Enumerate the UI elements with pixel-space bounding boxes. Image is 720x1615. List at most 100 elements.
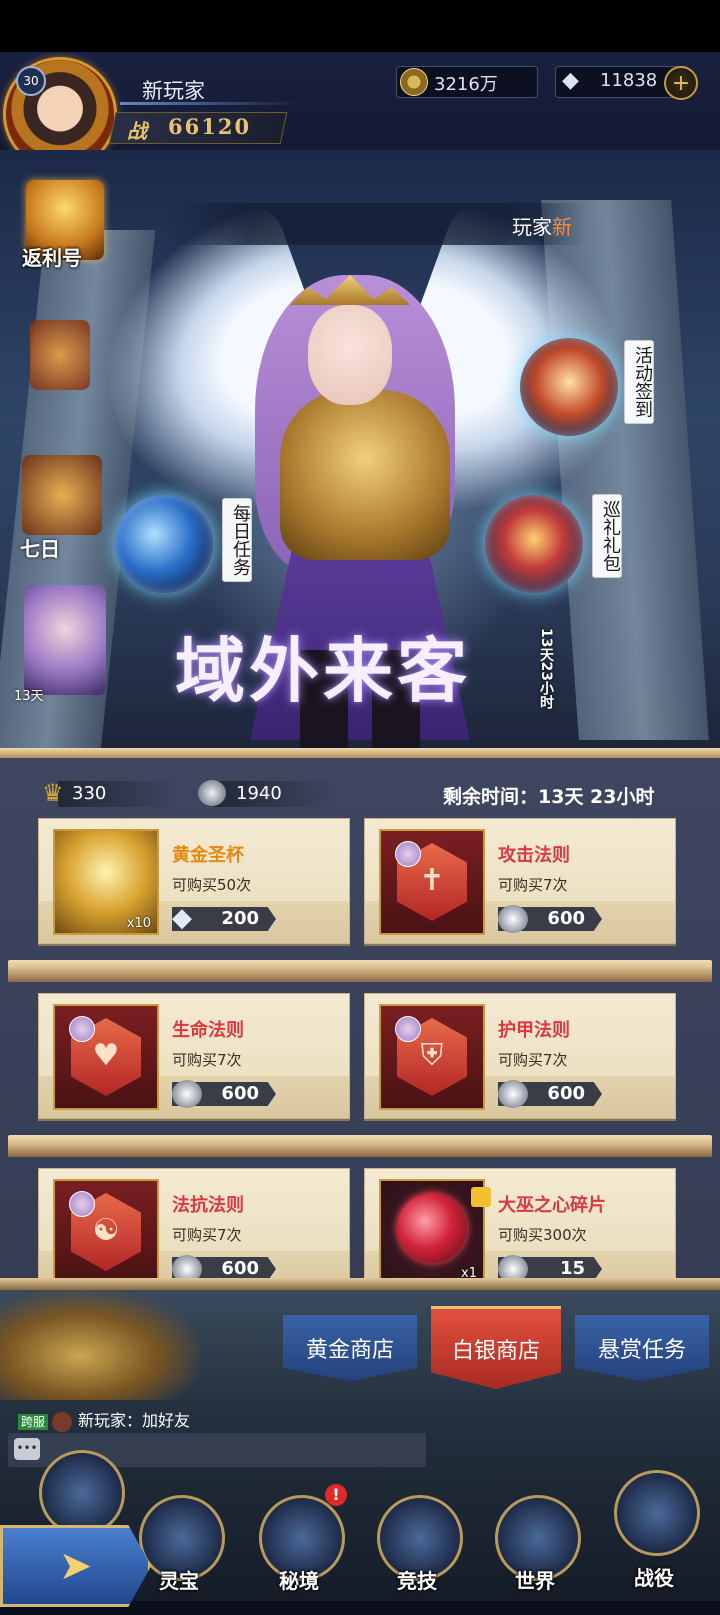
nav-label: 世界 (515, 1569, 555, 1593)
power-value: 66120 (168, 114, 252, 139)
rune-icon: ☯ (92, 1213, 120, 1248)
item-limit: 可购买7次 (172, 1226, 242, 1244)
treasure-pile (0, 1290, 200, 1400)
tab-bounty-task[interactable]: 悬赏任务 (575, 1315, 709, 1381)
announcement-user: 玩家 (512, 215, 552, 239)
signin-scroll-orb[interactable] (520, 338, 618, 436)
sword-icon: ✝ (419, 863, 445, 898)
item-name: 大巫之心碎片 (498, 1195, 606, 1216)
item-quantity: x10 (126, 916, 151, 931)
level-badge: 30 (16, 66, 46, 96)
item-price: 600 (547, 1083, 585, 1104)
announcement-text: 玩家新 (512, 211, 572, 240)
armor-rule-image: ⛨ (379, 1004, 485, 1110)
rebate-label[interactable]: 返利号 (22, 242, 82, 271)
shop-item-card[interactable]: ✝ 攻击法则 可购买7次 600 (364, 818, 676, 944)
item-price: 15 (559, 1258, 585, 1279)
item-limit: 可购买7次 (172, 1051, 242, 1069)
trophy-icon: ♛ (42, 779, 64, 807)
trophy-amount: 330 (72, 783, 107, 804)
wooden-shelf (8, 960, 712, 982)
event-icon[interactable] (30, 320, 90, 390)
silver-coin-icon (498, 905, 528, 933)
castle-icon (39, 1450, 125, 1536)
shop-item-card[interactable]: ⛨ 护甲法则 可购买7次 600 (364, 993, 676, 1119)
coin-icon (400, 68, 428, 96)
shield-icon: ⛨ (420, 1038, 444, 1073)
daily-task-label[interactable]: 每日任务 (222, 498, 252, 582)
item-price: 600 (221, 1083, 259, 1104)
item-limit: 可购买300次 (498, 1226, 587, 1244)
item-name: 黄金圣杯 (172, 845, 244, 866)
nav-jingji[interactable]: 竞技 (368, 1495, 466, 1615)
gem-amount: 11838 (600, 70, 658, 91)
attack-rule-image: ✝ (379, 829, 485, 935)
gift-pack-orb[interactable] (485, 495, 583, 593)
item-price: 600 (547, 908, 585, 929)
shop-bottom-border (0, 1278, 720, 1290)
seven-day-icon[interactable] (22, 455, 102, 535)
signin-label[interactable]: 活动签到 (624, 340, 654, 424)
nav-shijie[interactable]: 世界 (486, 1495, 584, 1615)
player-name: 新玩家 (142, 79, 205, 103)
event-title: 域外来客 (175, 629, 471, 712)
shop-item-card[interactable]: x10 黄金圣杯 可购买50次 ◆ 200 (38, 818, 350, 944)
item-limit: 可购买7次 (498, 876, 568, 894)
daily-task-orb[interactable] (115, 495, 213, 593)
silver-coin-icon (498, 1255, 528, 1279)
tab-silver-shop[interactable]: 白银商店 (431, 1306, 561, 1389)
nav-label: 竞技 (397, 1569, 437, 1593)
puzzle-piece-icon (471, 1187, 491, 1207)
nav-mijing[interactable]: 秘境 (250, 1495, 348, 1615)
hero-face (308, 305, 392, 405)
notification-badge: ! (325, 1484, 347, 1506)
archmage-heart-shard-image: x1 (379, 1179, 491, 1279)
red-orb (397, 1193, 467, 1263)
gift-pack-label[interactable]: 巡礼礼包 (592, 494, 622, 578)
chat-message[interactable]: 跨服 新玩家：加好友 (18, 1407, 190, 1432)
hero-mini-avatar (69, 1191, 95, 1217)
hero-mini-avatar (69, 1016, 95, 1042)
shop-item-card[interactable]: ☯ 法抗法则 可购买7次 600 (38, 1168, 350, 1280)
back-button[interactable]: ➤ (0, 1525, 151, 1607)
add-currency-button[interactable]: + (664, 66, 698, 100)
cross-server-tag: 跨服 (18, 1414, 49, 1430)
diamond-icon: ◆ (172, 903, 192, 933)
name-underline (120, 102, 300, 105)
shop-item-card[interactable]: x1 大巫之心碎片 可购买300次 15 (364, 1168, 676, 1280)
item-price: 200 (221, 908, 259, 929)
hero-event-icon[interactable] (24, 585, 106, 695)
hero-mini-avatar (395, 841, 421, 867)
hero-armor (280, 390, 450, 560)
coin-amount: 3216万 (434, 74, 498, 95)
back-arrow-icon: ➤ (58, 1543, 93, 1589)
silver-coin-icon (172, 1255, 202, 1279)
seven-day-label[interactable]: 七日 (20, 533, 60, 562)
chat-avatar (52, 1411, 73, 1432)
heart-icon: ♥ (92, 1038, 120, 1073)
status-bar (0, 0, 720, 52)
diamond-icon: ◆ (562, 68, 579, 93)
item-name: 攻击法则 (498, 845, 570, 866)
nav-label: 秘境 (279, 1569, 319, 1593)
shop-item-card[interactable]: ♥ 生命法则 可购买7次 600 (38, 993, 350, 1119)
nav-zhanyi[interactable]: 战役 (605, 1470, 703, 1590)
wooden-shelf (8, 1135, 712, 1157)
golden-grail-image: x10 (53, 829, 159, 935)
silver-coin-icon (498, 1080, 528, 1108)
chat-text: 新玩家：加好友 (78, 1411, 191, 1430)
item-limit: 可购买50次 (172, 876, 252, 894)
item-limit: 可购买7次 (498, 1051, 568, 1069)
magic-resist-rule-image: ☯ (53, 1179, 159, 1279)
silver-coin-icon (198, 780, 226, 806)
item-name: 护甲法则 (498, 1020, 570, 1041)
item-price: 600 (221, 1258, 259, 1279)
silver-coin-icon (172, 1080, 202, 1108)
hero-mini-avatar (395, 1016, 421, 1042)
life-rule-image: ♥ (53, 1004, 159, 1110)
event-timer: 13天23小时 (538, 628, 554, 709)
power-label: 战 (127, 119, 147, 143)
tab-gold-shop[interactable]: 黄金商店 (283, 1315, 417, 1381)
item-name: 法抗法则 (172, 1195, 244, 1216)
battle-icon (614, 1470, 700, 1556)
